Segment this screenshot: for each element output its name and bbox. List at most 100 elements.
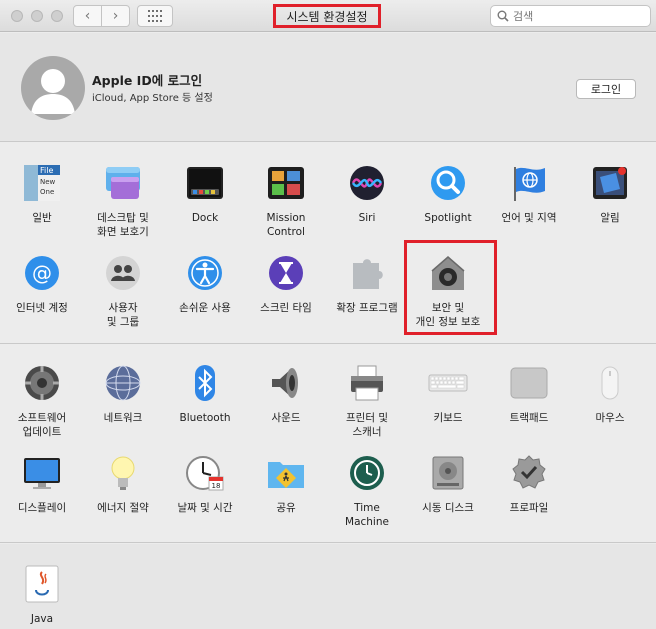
pref-label: Spotlight <box>424 212 472 224</box>
pref-label: 사운드 <box>271 412 301 424</box>
pref-mission-control[interactable]: Mission Control <box>245 163 327 239</box>
forward-button[interactable]: › <box>101 6 129 26</box>
pref-label: 일반 <box>32 212 52 224</box>
pref-desktop-screensaver[interactable]: 데스크탑 및 화면 보호기 <box>82 163 164 239</box>
window-title: 시스템 환경설정 <box>273 4 381 28</box>
navigation-buttons: ‹ › <box>73 5 130 27</box>
pref-bluetooth[interactable]: Bluetooth <box>164 363 246 425</box>
pref-label: 마우스 <box>595 412 625 424</box>
apple-id-subtitle: iCloud, App Store 등 설정 <box>92 93 213 104</box>
title-bar: ‹ › 시스템 환경설정 <box>0 0 656 32</box>
pref-sound[interactable]: 사운드 <box>245 363 327 425</box>
other-preferences-section: Java <box>0 544 656 629</box>
close-window-button[interactable] <box>11 10 23 22</box>
pref-label: Dock <box>191 212 219 224</box>
trackpad-icon <box>510 367 548 399</box>
general-icon-open-text: One <box>40 188 54 196</box>
apple-id-section: Apple ID에 로그인 iCloud, App Store 등 설정 로그인 <box>0 33 656 142</box>
pref-mouse[interactable]: 마우스 <box>569 363 651 425</box>
pref-label: 프린터 및 스캐너 <box>346 412 388 438</box>
pref-extensions[interactable]: 확장 프로그램 <box>326 253 408 315</box>
pref-label: 확장 프로그램 <box>336 302 398 314</box>
pref-date-time[interactable]: 18 날짜 및 시간 <box>164 453 246 515</box>
pref-label: 알림 <box>600 212 620 224</box>
pref-label: Bluetooth <box>179 412 231 424</box>
grid-icon <box>148 10 162 22</box>
back-button[interactable]: ‹ <box>74 6 101 26</box>
pref-startup-disk[interactable]: 시동 디스크 <box>407 453 489 515</box>
pref-network[interactable]: 네트워크 <box>82 363 164 425</box>
pref-internet-accounts[interactable]: @ 인터넷 계정 <box>1 253 83 315</box>
pref-software-update[interactable]: 소프트웨어 업데이트 <box>1 363 83 439</box>
avatar <box>21 56 85 120</box>
pref-general[interactable]: File New One 일반 <box>1 163 83 225</box>
pref-label: Siri <box>358 212 376 224</box>
profiles-icon <box>512 455 546 489</box>
pref-label: 사용자 및 그룹 <box>106 302 140 328</box>
pref-label: 공유 <box>276 502 296 514</box>
hardware-preferences-section: 소프트웨어 업데이트 네트워크 Bluetooth 사운드 프린터 및 스캐너 … <box>0 345 656 543</box>
pref-dock[interactable]: Dock <box>164 163 246 225</box>
pref-label: 언어 및 지역 <box>501 212 557 224</box>
search-field[interactable] <box>490 5 651 27</box>
software-update-icon <box>25 366 59 400</box>
general-icon-file-text: File <box>40 166 53 175</box>
pref-label: 디스플레이 <box>17 502 67 514</box>
pref-label: 시동 디스크 <box>422 502 474 514</box>
java-icon <box>25 565 59 603</box>
accessibility-icon <box>188 256 222 290</box>
printers-scanners-icon <box>351 365 383 401</box>
displays-icon <box>24 458 60 489</box>
pref-label: 소프트웨어 업데이트 <box>17 412 67 438</box>
bluetooth-icon <box>195 365 215 401</box>
pref-profiles[interactable]: 프로파일 <box>488 453 570 515</box>
general-icon-new-text: New <box>40 178 56 186</box>
security-privacy-highlight-box <box>404 240 497 335</box>
search-input[interactable] <box>513 9 643 23</box>
pref-siri[interactable]: Siri <box>326 163 408 225</box>
pref-time-machine[interactable]: Time Machine <box>326 453 408 529</box>
internet-accounts-icon: @ <box>25 256 59 290</box>
pref-accessibility[interactable]: 손쉬운 사용 <box>164 253 246 315</box>
sharing-icon <box>268 462 304 488</box>
zoom-window-button[interactable] <box>51 10 63 22</box>
pref-printers-scanners[interactable]: 프린터 및 스캐너 <box>326 363 408 439</box>
date-time-icon: 18 <box>186 456 224 491</box>
energy-saver-icon <box>111 456 135 490</box>
pref-label: 키보드 <box>433 412 463 424</box>
pref-displays[interactable]: 디스플레이 <box>1 453 83 515</box>
show-all-button[interactable] <box>137 5 173 27</box>
network-icon <box>105 365 141 401</box>
mouse-icon <box>601 366 619 400</box>
siri-icon <box>350 166 384 200</box>
apple-id-title: Apple ID에 로그인 <box>92 73 203 88</box>
pref-notifications[interactable]: 알림 <box>569 163 651 225</box>
pref-label: 데스크탑 및 화면 보호기 <box>97 212 149 238</box>
pref-trackpad[interactable]: 트랙패드 <box>488 363 570 425</box>
pref-label: 스크린 타임 <box>260 302 312 314</box>
general-icon: File New One <box>24 165 60 201</box>
pref-users-groups[interactable]: 사용자 및 그룹 <box>82 253 164 329</box>
desktop-screensaver-icon <box>106 167 140 199</box>
calendar-day-text: 18 <box>212 482 221 490</box>
pref-keyboard[interactable]: 키보드 <box>407 363 489 425</box>
pref-java[interactable]: Java <box>1 564 83 626</box>
user-silhouette-icon <box>31 69 75 114</box>
pref-energy-saver[interactable]: 에너지 절약 <box>82 453 164 515</box>
pref-sharing[interactable]: 공유 <box>245 453 327 515</box>
minimize-window-button[interactable] <box>31 10 43 22</box>
pref-label: 날짜 및 시간 <box>177 502 233 514</box>
pref-spotlight[interactable]: Spotlight <box>407 163 489 225</box>
spotlight-icon <box>431 166 465 200</box>
pref-label: Java <box>30 613 54 625</box>
notifications-icon <box>593 167 627 199</box>
login-button[interactable]: 로그인 <box>576 79 636 99</box>
pref-language-region[interactable]: 언어 및 지역 <box>488 163 570 225</box>
pref-label: 네트워크 <box>103 412 143 424</box>
pref-label: 손쉬운 사용 <box>179 302 231 314</box>
pref-screen-time[interactable]: 스크린 타임 <box>245 253 327 315</box>
language-region-icon <box>514 167 545 201</box>
startup-disk-icon <box>432 456 464 490</box>
pref-label: 인터넷 계정 <box>16 302 68 314</box>
users-groups-icon <box>106 256 140 290</box>
